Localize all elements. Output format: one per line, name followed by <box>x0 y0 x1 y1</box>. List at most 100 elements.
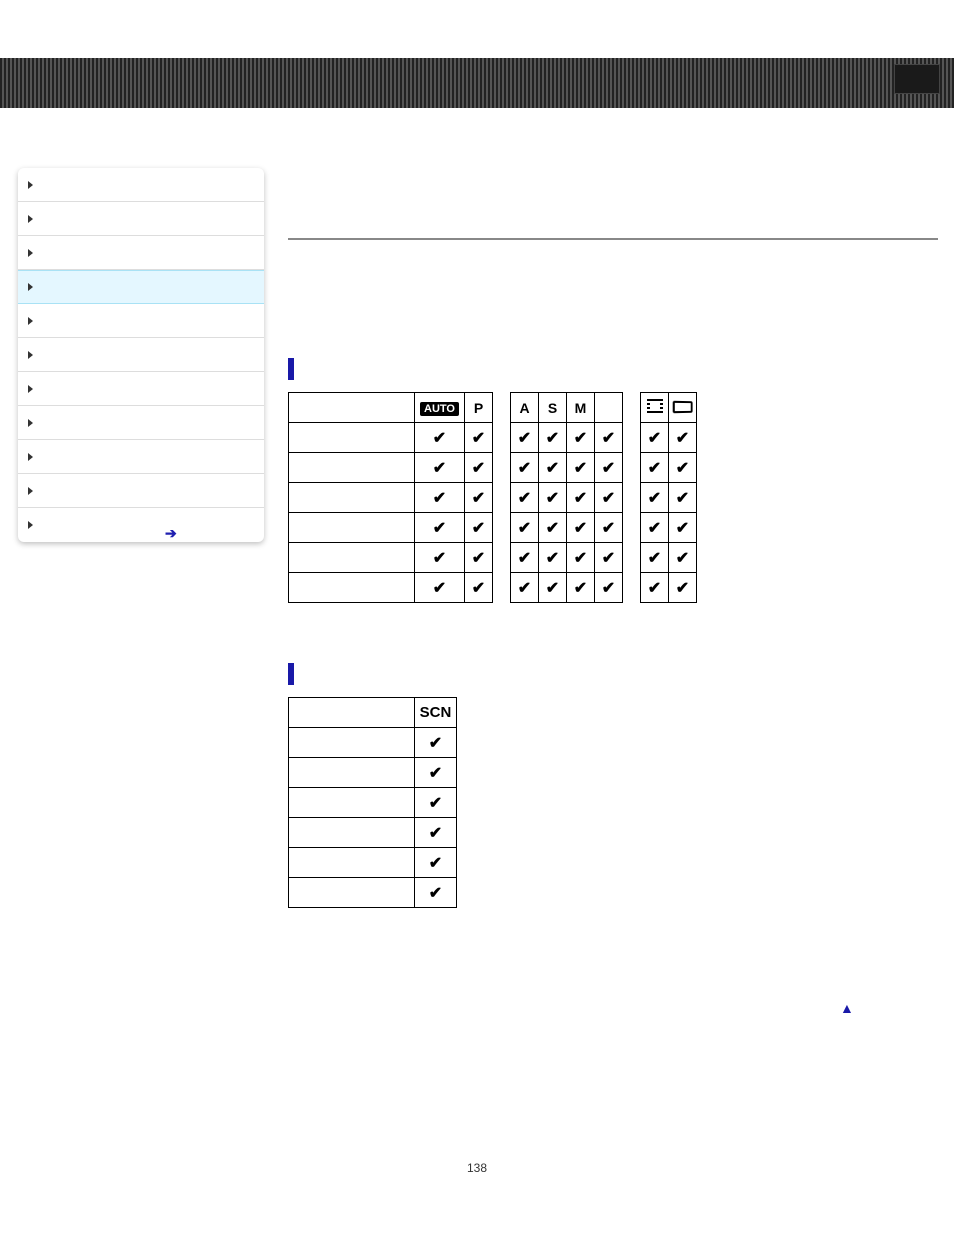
check-icon <box>602 580 615 596</box>
row-label <box>289 878 415 908</box>
table-gap <box>623 513 641 543</box>
chevron-right-icon <box>28 385 33 393</box>
cell <box>641 573 669 603</box>
table-gap <box>623 543 641 573</box>
table-row <box>289 573 697 603</box>
check-icon <box>602 430 615 446</box>
sidebar-item-4[interactable] <box>18 304 264 338</box>
cell <box>539 513 567 543</box>
cell <box>595 453 623 483</box>
check-icon <box>574 430 587 446</box>
chevron-right-icon <box>28 351 33 359</box>
table-gap <box>623 573 641 603</box>
header-corner-box <box>894 64 940 94</box>
sidebar-item-9[interactable] <box>18 474 264 508</box>
table-row <box>289 788 457 818</box>
table-gap <box>623 393 641 423</box>
check-icon <box>602 490 615 506</box>
table-header-pano <box>669 393 697 423</box>
sidebar-item-5[interactable] <box>18 338 264 372</box>
table-header-scn: SCN <box>415 698 457 728</box>
check-icon <box>429 765 442 782</box>
check-icon <box>648 460 661 476</box>
table-header-label <box>289 698 415 728</box>
section-heading-rec-mode <box>288 358 938 380</box>
check-icon <box>429 795 442 812</box>
table-row <box>289 848 457 878</box>
table-row <box>289 818 457 848</box>
table-gap <box>623 423 641 453</box>
check-icon <box>648 430 661 446</box>
check-icon <box>518 460 531 476</box>
table-gap <box>493 423 511 453</box>
check-icon <box>518 550 531 566</box>
row-label <box>289 483 415 513</box>
sidebar-item-7[interactable] <box>18 406 264 440</box>
check-icon <box>518 490 531 506</box>
check-icon <box>546 460 559 476</box>
table-row <box>289 423 697 453</box>
cell <box>415 483 465 513</box>
page-number: 138 <box>0 1161 954 1175</box>
cell <box>595 573 623 603</box>
continued-arrow-icon: ➔ <box>165 525 177 542</box>
section-divider <box>288 238 938 240</box>
row-label <box>289 513 415 543</box>
check-icon <box>472 520 485 536</box>
cell <box>641 513 669 543</box>
sidebar-item-2[interactable] <box>18 236 264 270</box>
cell <box>465 543 493 573</box>
main-content: AUTOPASM SCN <box>288 168 938 908</box>
check-icon <box>518 580 531 596</box>
chevron-right-icon <box>28 249 33 257</box>
row-label <box>289 728 415 758</box>
check-icon <box>429 885 442 902</box>
row-label <box>289 573 415 603</box>
cell <box>465 423 493 453</box>
sidebar-item-1[interactable] <box>18 202 264 236</box>
cell <box>415 818 457 848</box>
check-icon <box>574 490 587 506</box>
section-marker-icon <box>288 663 294 685</box>
table-header-movie <box>641 393 669 423</box>
section-heading-scene-mode <box>288 663 938 685</box>
sidebar-item-0[interactable] <box>18 168 264 202</box>
table-row <box>289 758 457 788</box>
cell <box>539 573 567 603</box>
cell <box>539 453 567 483</box>
cell <box>465 483 493 513</box>
cell <box>567 543 595 573</box>
chevron-right-icon <box>28 453 33 461</box>
table-header-a: A <box>511 393 539 423</box>
row-label <box>289 543 415 573</box>
cell <box>415 513 465 543</box>
cell <box>669 573 697 603</box>
check-icon <box>574 460 587 476</box>
back-to-top-link[interactable]: ▲ <box>840 1000 854 1016</box>
cell <box>595 543 623 573</box>
cell <box>669 423 697 453</box>
check-icon <box>433 460 446 476</box>
table-gap <box>623 483 641 513</box>
cell <box>595 513 623 543</box>
sidebar-item-3[interactable] <box>18 270 264 304</box>
film-icon <box>647 399 663 413</box>
check-icon <box>648 550 661 566</box>
table-row <box>289 453 697 483</box>
sidebar-item-6[interactable] <box>18 372 264 406</box>
check-icon <box>429 855 442 872</box>
cell <box>595 423 623 453</box>
sidebar-item-8[interactable] <box>18 440 264 474</box>
cell <box>669 483 697 513</box>
row-label <box>289 848 415 878</box>
check-icon <box>546 490 559 506</box>
check-icon <box>433 430 446 446</box>
cell <box>511 573 539 603</box>
table-gap <box>493 453 511 483</box>
sidebar-item-10[interactable] <box>18 508 264 542</box>
row-label <box>289 423 415 453</box>
cell <box>567 453 595 483</box>
chevron-right-icon <box>28 521 33 529</box>
cell <box>669 543 697 573</box>
cell <box>669 513 697 543</box>
